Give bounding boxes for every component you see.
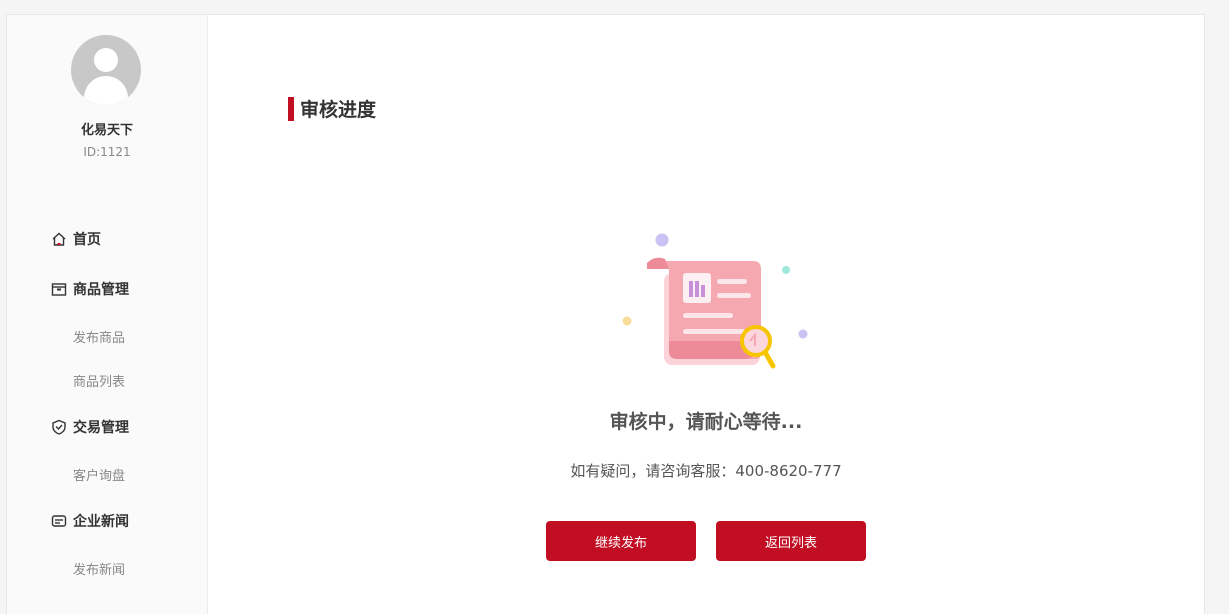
- sidebar-item-trade[interactable]: 交易管理: [51, 417, 129, 437]
- product-box-icon: [51, 281, 67, 297]
- home-icon: [51, 231, 67, 247]
- avatar[interactable]: [71, 35, 141, 105]
- back-to-list-button[interactable]: 返回列表: [716, 521, 866, 561]
- trade-shield-icon: [51, 419, 67, 435]
- section-title-accent-bar: [288, 96, 294, 121]
- news-icon: [51, 513, 67, 529]
- user-name: 化易天下: [80, 123, 133, 138]
- sidebar-subitem-product-list[interactable]: 商品列表: [73, 371, 125, 390]
- sidebar-item-label: 交易管理: [73, 420, 129, 436]
- app-frame: 化易天下 ID:1121 首页 商品管理 发布商品 商品列表 交易管理 客户询盘: [6, 14, 1205, 614]
- sidebar-subitem-publish-news[interactable]: 发布新闻: [73, 559, 125, 578]
- main-content: 审核进度 审核中，请耐心等待... 如有疑问，请咨询客服：400-8620-77…: [208, 15, 1204, 614]
- sidebar-item-label: 首页: [73, 232, 101, 248]
- sidebar-subitem-customer-inquiry[interactable]: 客户询盘: [73, 465, 125, 484]
- section-title: 审核进度: [288, 95, 376, 122]
- review-status-text: 审核中，请耐心等待...: [609, 411, 803, 433]
- avatar-body-shape: [84, 76, 128, 105]
- sidebar-item-label: 商品管理: [73, 282, 129, 298]
- sidebar-item-label: 企业新闻: [73, 514, 129, 530]
- sidebar-item-products[interactable]: 商品管理: [51, 279, 129, 299]
- page-title: 审核进度: [300, 99, 377, 121]
- review-document-illustration: [603, 225, 813, 375]
- sidebar-item-home[interactable]: 首页: [51, 229, 101, 249]
- contact-info-text: 如有疑问，请咨询客服：400-8620-777: [570, 462, 842, 480]
- sidebar-subitem-publish-product[interactable]: 发布商品: [73, 327, 125, 346]
- sidebar: 化易天下 ID:1121 首页 商品管理 发布商品 商品列表 交易管理 客户询盘: [7, 15, 208, 614]
- continue-publish-button[interactable]: 继续发布: [546, 521, 696, 561]
- avatar-head-shape: [94, 48, 118, 72]
- user-id: ID:1121: [83, 145, 131, 159]
- sidebar-item-news[interactable]: 企业新闻: [51, 511, 129, 531]
